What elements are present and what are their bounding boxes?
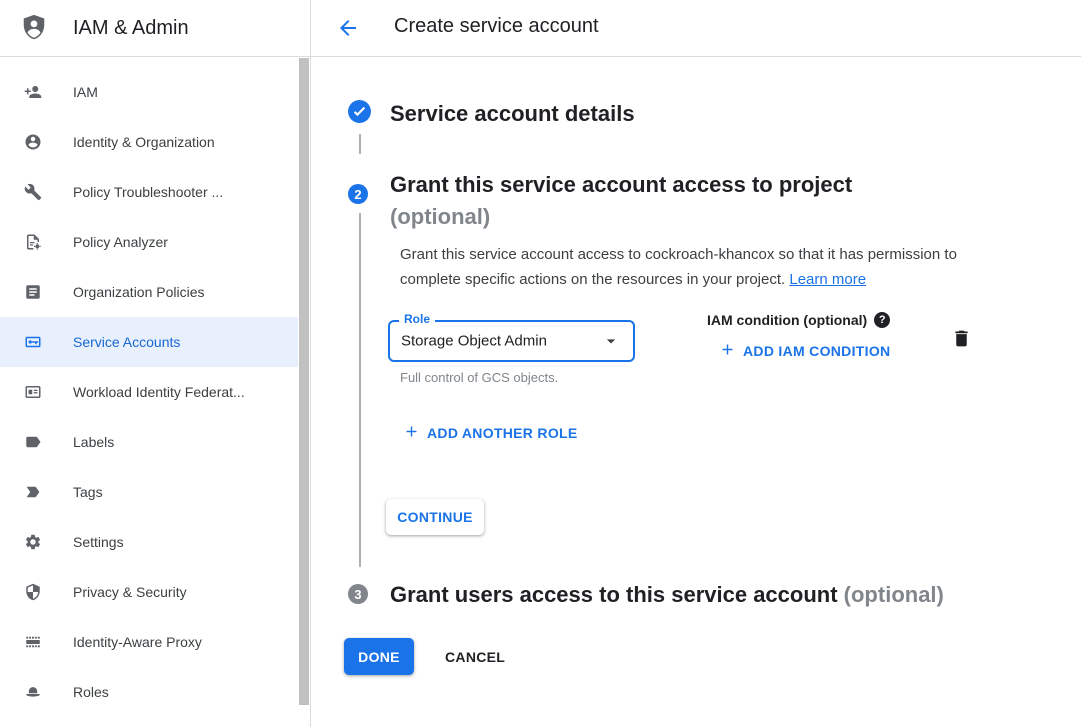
step-connector (359, 213, 361, 567)
shield-half-icon (24, 583, 42, 601)
sidebar-nav: IAM Identity & Organization Policy Trouble… (0, 67, 298, 717)
hat-icon (24, 683, 42, 701)
sidebar-item-label: Organization Policies (73, 284, 205, 300)
person-add-icon (24, 83, 42, 101)
step-connector (359, 134, 361, 154)
sidebar-item-roles[interactable]: Roles (0, 667, 298, 717)
learn-more-link[interactable]: Learn more (789, 271, 866, 288)
main-panel: Create service account Service account d… (311, 0, 1081, 727)
gear-icon (24, 533, 42, 551)
sidebar-item-organization-policies[interactable]: Organization Policies (0, 267, 298, 317)
plus-icon (719, 341, 736, 361)
role-helper-text: Full control of GCS objects. (400, 370, 558, 385)
tag-arrow-icon (24, 483, 42, 501)
sidebar-item-identity-aware-proxy[interactable]: Identity-Aware Proxy (0, 617, 298, 667)
cancel-button[interactable]: CANCEL (429, 638, 521, 675)
step2-title: Grant this service account access to pro… (390, 169, 852, 233)
page-title: Create service account (394, 15, 599, 38)
wrench-icon (24, 183, 42, 201)
add-iam-condition-button[interactable]: ADD IAM CONDITION (719, 341, 890, 361)
iam-condition-label: IAM condition (optional) ? (707, 312, 890, 328)
sidebar-item-label: Labels (73, 434, 114, 450)
role-dropdown[interactable]: Role Storage Object Admin (388, 320, 635, 362)
role-field-label: Role (399, 313, 435, 325)
sidebar-item-label: IAM (73, 84, 98, 100)
delete-role-button[interactable] (951, 328, 973, 350)
sidebar-item-label: Tags (73, 484, 103, 500)
sidebar-header: IAM & Admin (0, 0, 310, 57)
sidebar-item-workload-identity-federat[interactable]: Workload Identity Federat... (0, 367, 298, 417)
sidebar-item-label: Privacy & Security (73, 584, 187, 600)
step1-complete-check-icon (347, 99, 372, 124)
sidebar-item-policy-troubleshooter[interactable]: Policy Troubleshooter ... (0, 167, 298, 217)
sidebar-item-label: Settings (73, 534, 124, 550)
done-button[interactable]: DONE (344, 638, 414, 675)
sidebar-item-privacy-security[interactable]: Privacy & Security (0, 567, 298, 617)
badge-card-icon (24, 383, 42, 401)
label-icon (24, 433, 42, 451)
document-gear-icon (24, 233, 42, 251)
sidebar-item-label: Policy Analyzer (73, 234, 168, 250)
step2-description: Grant this service account access to coc… (400, 242, 1012, 292)
service-account-icon (24, 333, 42, 351)
sidebar-item-policy-analyzer[interactable]: Policy Analyzer (0, 217, 298, 267)
sidebar: IAM & Admin IAM Identity & Organization Po… (0, 0, 311, 727)
step2-optional-label: (optional) (390, 204, 490, 229)
help-icon[interactable]: ? (874, 312, 890, 328)
sidebar-item-iam[interactable]: IAM (0, 67, 298, 117)
article-icon (24, 283, 42, 301)
proxy-strip-icon (24, 633, 42, 651)
account-circle-icon (24, 133, 42, 151)
sidebar-item-label: Identity-Aware Proxy (73, 634, 202, 650)
product-title: IAM & Admin (73, 17, 189, 40)
step1-title: Service account details (390, 101, 635, 127)
continue-button[interactable]: CONTINUE (386, 499, 484, 535)
trash-icon (951, 328, 972, 350)
sidebar-item-label: Service Accounts (73, 334, 180, 350)
sidebar-item-tags[interactable]: Tags (0, 467, 298, 517)
role-selected-value: Storage Object Admin (401, 333, 547, 350)
sidebar-item-settings[interactable]: Settings (0, 517, 298, 567)
back-button[interactable] (336, 16, 360, 40)
sidebar-item-service-accounts[interactable]: Service Accounts (0, 317, 298, 367)
sidebar-item-labels[interactable]: Labels (0, 417, 298, 467)
step3-optional-label: (optional) (844, 582, 944, 607)
sidebar-item-identity-organization[interactable]: Identity & Organization (0, 117, 298, 167)
plus-icon (403, 423, 420, 443)
step3-title: Grant users access to this service accou… (390, 582, 944, 608)
sidebar-item-label: Policy Troubleshooter ... (73, 184, 223, 200)
arrow-back-icon (336, 16, 360, 40)
add-another-role-button[interactable]: ADD ANOTHER ROLE (403, 423, 578, 443)
sidebar-item-label: Roles (73, 684, 109, 700)
step3-number-badge: 3 (348, 584, 368, 604)
sidebar-scrollbar[interactable] (299, 58, 309, 705)
iam-admin-shield-icon (19, 13, 49, 43)
step2-number-badge: 2 (348, 184, 368, 204)
sidebar-item-label: Identity & Organization (73, 134, 215, 150)
sidebar-item-label: Workload Identity Federat... (73, 384, 245, 400)
chevron-down-icon (601, 331, 621, 351)
main-header: Create service account (311, 0, 1081, 57)
